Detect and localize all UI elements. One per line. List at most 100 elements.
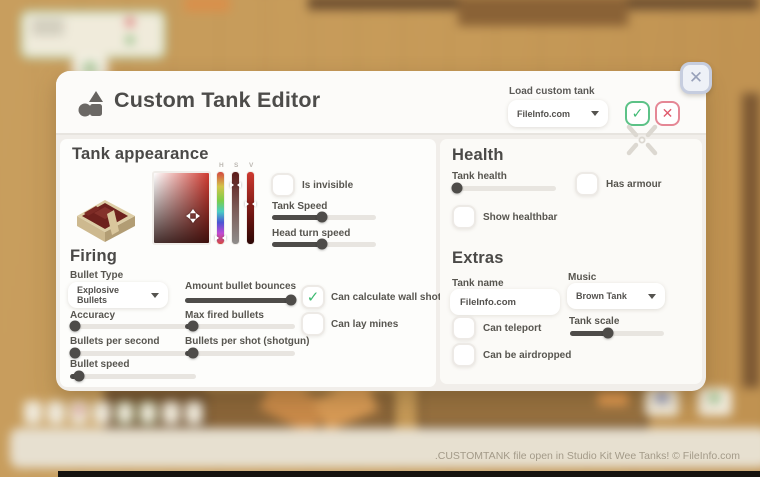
dialog-title: Custom Tank Editor — [114, 88, 321, 112]
is-invisible-label: Is invisible — [302, 180, 354, 191]
crate — [742, 93, 760, 388]
bullets-per-second-slider[interactable] — [69, 347, 196, 359]
tank-appearance-heading: Tank appearance — [72, 145, 209, 163]
bullets-per-second-label: Bullets per second — [70, 336, 160, 347]
chevron-down-icon — [648, 293, 656, 299]
can-lay-mines-checkbox[interactable]: ✓ — [301, 312, 325, 336]
load-custom-tank-label: Load custom tank — [509, 86, 595, 97]
tank-name-value: FileInfo.com — [460, 296, 516, 308]
show-healthbar-label: Show healthbar — [483, 212, 558, 223]
music-dropdown[interactable]: Brown Tank — [567, 283, 665, 309]
hue-slider[interactable] — [216, 171, 225, 245]
tank-scale-label: Tank scale — [569, 316, 620, 327]
tank-scale-slider[interactable] — [570, 327, 664, 339]
saturation-slider[interactable] — [231, 171, 240, 245]
custom-tank-editor-dialog: Custom Tank Editor Load custom tank File… — [56, 71, 706, 391]
toolbar-square — [93, 401, 111, 424]
toolbar-square — [139, 401, 157, 424]
confirm-check-icon: ✓ — [631, 105, 644, 121]
game-screen: .CUSTOMTANK file open in Studio Kit Wee … — [0, 0, 760, 477]
head-turn-speed-slider[interactable] — [272, 238, 376, 250]
is-invisible-checkbox[interactable]: ✓ — [271, 173, 295, 197]
hud-text-lines — [32, 20, 64, 36]
can-calculate-wall-shots-label: Can calculate wall shots — [331, 292, 447, 303]
can-calculate-wall-shots-checkbox[interactable]: ✓ — [301, 285, 325, 309]
health-heading: Health — [452, 146, 504, 164]
close-button[interactable]: ✕ — [680, 62, 712, 94]
can-be-airdropped-checkbox[interactable]: ✓ — [452, 343, 476, 367]
music-value: Brown Tank — [576, 291, 627, 301]
amount-bullet-bounces-label: Amount bullet bounces — [185, 281, 297, 292]
crate — [458, 0, 628, 26]
max-fired-bullets-slider-handle[interactable] — [187, 320, 199, 332]
status-bar-text: .CUSTOMTANK file open in Studio Kit Wee … — [434, 450, 740, 462]
bullet-speed-slider[interactable] — [70, 370, 196, 382]
left-panel: Tank appearance H S V Is invisible Tank … — [60, 139, 447, 387]
loading-spinner-icon — [622, 123, 662, 162]
can-teleport-checkbox[interactable]: ✓ — [452, 316, 476, 340]
chevron-down-icon — [151, 292, 159, 298]
toolbar-square — [185, 401, 203, 424]
load-custom-tank-dropdown[interactable]: FileInfo.com — [508, 100, 608, 127]
bullet-speed-label: Bullet speed — [70, 359, 130, 370]
dialog-header: Custom Tank Editor Load custom tank File… — [56, 71, 706, 135]
tank-name-input[interactable]: FileInfo.com — [450, 289, 560, 315]
has-armour-checkbox[interactable]: ✓ — [575, 172, 599, 196]
toolbar-square — [116, 401, 134, 424]
tank-speed-slider-handle[interactable] — [316, 211, 328, 223]
music-label: Music — [568, 272, 597, 283]
bullets-per-shot-slider-handle[interactable] — [187, 347, 199, 359]
tank-health-label: Tank health — [452, 171, 507, 182]
hud-red-x-icon — [126, 18, 134, 26]
shapes-icon — [77, 89, 107, 124]
value-slider[interactable] — [246, 171, 255, 245]
toolbar-square-red-dot — [75, 406, 83, 414]
has-armour-label: Has armour — [606, 179, 662, 190]
color-picker-area[interactable] — [152, 171, 211, 245]
close-icon: ✕ — [688, 68, 704, 87]
extras-heading: Extras — [452, 249, 504, 267]
toolbar-square — [162, 401, 180, 424]
tank-health-slider-handle[interactable] — [451, 182, 463, 194]
crate — [598, 392, 628, 406]
can-be-airdropped-label: Can be airdropped — [483, 350, 572, 361]
right-panel: Health Tank health ✓ Has armour ✓ Show h… — [440, 139, 702, 384]
screen-bottom-strip — [58, 471, 760, 477]
bullets-per-shot-label: Bullets per shot (shotgun) — [185, 336, 310, 347]
hud-green-check-icon — [126, 36, 134, 44]
can-lay-mines-label: Can lay mines — [331, 319, 399, 330]
tank-name-label: Tank name — [452, 278, 504, 289]
chevron-down-icon — [591, 111, 599, 116]
tank-speed-slider[interactable] — [272, 211, 376, 223]
bullets-per-second-slider-handle[interactable] — [69, 347, 81, 359]
accuracy-slider-handle[interactable] — [69, 320, 81, 332]
tank-preview-image — [74, 179, 138, 250]
crate — [184, 0, 230, 12]
can-teleport-label: Can teleport — [483, 323, 542, 334]
head-turn-speed-slider-handle[interactable] — [316, 238, 328, 250]
saturation-label: S — [234, 162, 239, 169]
toolbar-square — [24, 401, 42, 424]
hue-label: H — [219, 162, 224, 169]
accuracy-slider[interactable] — [69, 320, 196, 332]
tank-health-slider[interactable] — [451, 182, 556, 194]
bullet-type-dropdown[interactable]: Explosive Bullets — [68, 282, 168, 308]
bullet-type-value: Explosive Bullets — [77, 285, 120, 305]
show-healthbar-checkbox[interactable]: ✓ — [452, 205, 476, 229]
toolbar-square — [47, 401, 65, 424]
value-label: V — [249, 162, 254, 169]
bg-button-blue-icon — [656, 393, 668, 402]
max-fired-bullets-slider[interactable] — [185, 320, 295, 332]
color-picker-cursor-icon[interactable] — [186, 209, 200, 228]
amount-bullet-bounces-slider-handle[interactable] — [285, 294, 297, 306]
amount-bullet-bounces-slider[interactable] — [185, 294, 297, 306]
bottom-bar — [10, 428, 760, 468]
bg-button-green-icon — [709, 393, 720, 403]
tank-scale-slider-handle[interactable] — [602, 327, 614, 339]
load-custom-tank-value: FileInfo.com — [517, 108, 571, 119]
bullets-per-shot-slider[interactable] — [185, 347, 295, 359]
bullet-speed-slider-handle[interactable] — [73, 370, 85, 382]
cancel-x-icon: ✕ — [661, 105, 674, 121]
bullet-type-label: Bullet Type — [70, 270, 124, 281]
firing-heading: Firing — [70, 247, 118, 265]
